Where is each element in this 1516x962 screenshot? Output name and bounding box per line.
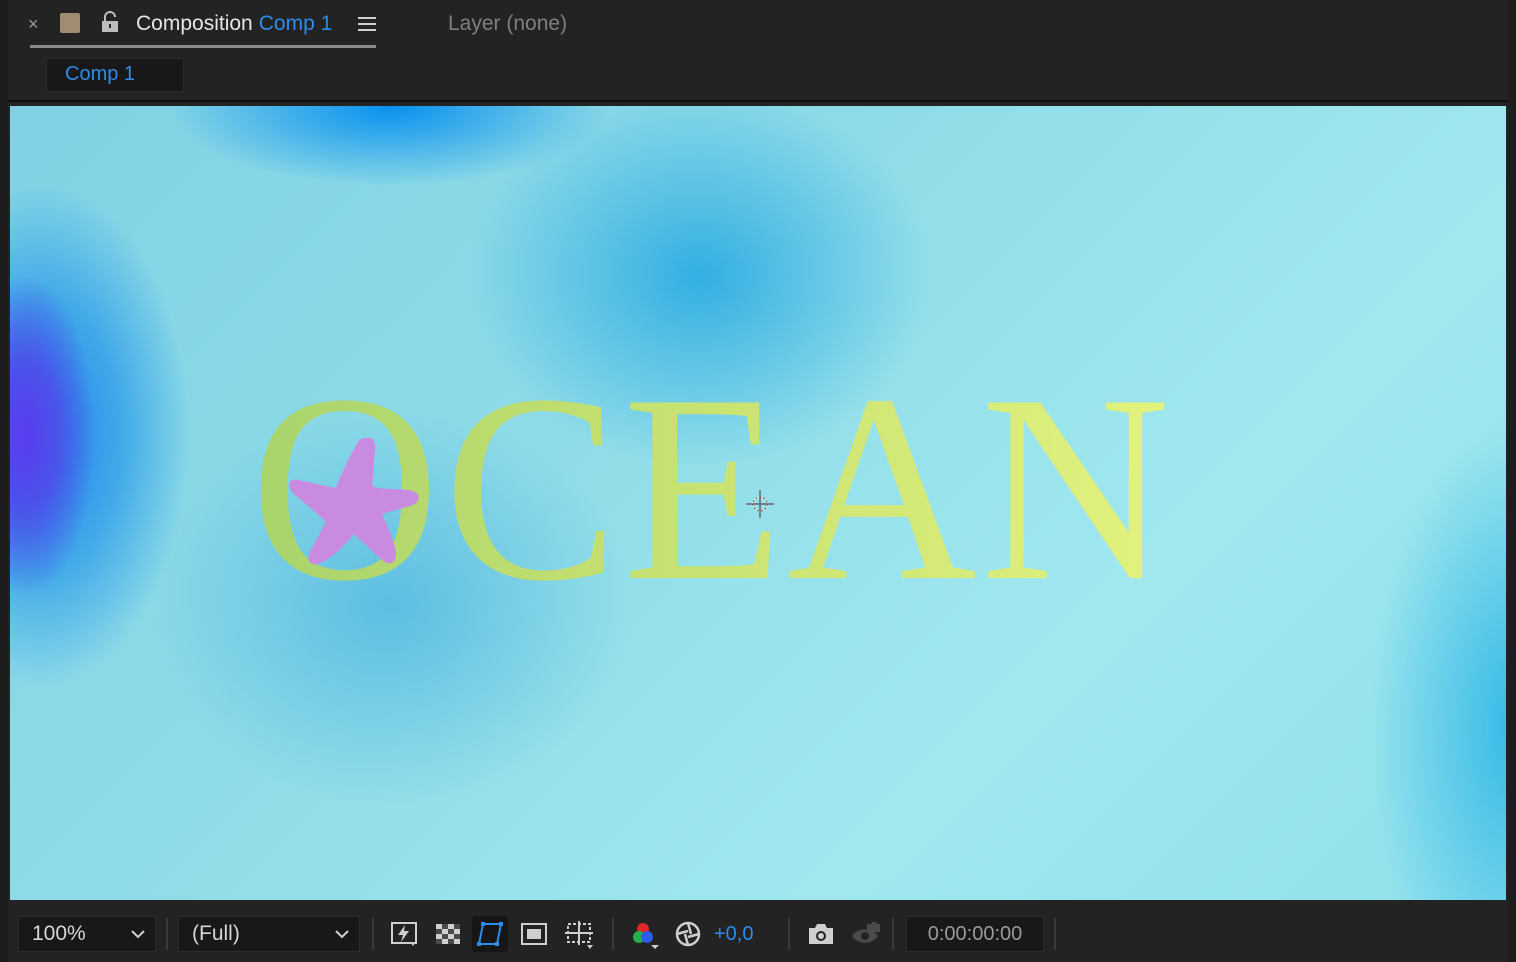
- starfish-shape: [289, 437, 419, 565]
- divider: [8, 100, 1508, 102]
- divider: [166, 918, 168, 950]
- exposure-value[interactable]: +0,0: [714, 923, 753, 946]
- composition-panel: × Composition Comp 1 Layer (none) Comp 1 …: [8, 0, 1508, 962]
- divider: [612, 918, 614, 950]
- anchor-point-icon[interactable]: [744, 488, 776, 520]
- magnification-dropdown[interactable]: 100%: [18, 916, 156, 952]
- chevron-down-icon: [335, 930, 349, 939]
- take-snapshot-button[interactable]: [802, 916, 838, 952]
- snapshot-icon: [809, 924, 833, 944]
- transparency-grid-button[interactable]: [430, 916, 466, 952]
- color-channels-button[interactable]: [626, 916, 662, 952]
- divider: [1054, 918, 1056, 950]
- lock-icon[interactable]: [100, 11, 120, 33]
- active-tab-indicator: [30, 45, 376, 48]
- close-panel-button[interactable]: ×: [28, 14, 39, 35]
- fast-previews-button[interactable]: [386, 916, 422, 952]
- mask-path-visibility-icon: [477, 922, 503, 946]
- tab-composition[interactable]: Composition Comp 1: [136, 12, 332, 36]
- fast-previews-icon: [391, 922, 417, 946]
- grid-guides-button[interactable]: [560, 916, 596, 952]
- panel-header: × Composition Comp 1 Layer (none) Comp 1: [8, 0, 1508, 100]
- magnification-value: 100%: [32, 922, 86, 945]
- viewer-toolbar: 100% (Full) +0,0 0:00:00:00: [8, 910, 1508, 958]
- chevron-down-icon: [131, 930, 145, 939]
- divider: [892, 918, 894, 950]
- tab-comp-name: Comp 1: [258, 12, 333, 35]
- resolution-value: (Full): [192, 922, 240, 945]
- show-snapshot-icon: [852, 922, 880, 943]
- tab-layer[interactable]: Layer (none): [448, 12, 567, 36]
- resolution-dropdown[interactable]: (Full): [178, 916, 360, 952]
- grid-guides-icon: [565, 921, 593, 949]
- region-of-interest-button[interactable]: [516, 916, 552, 952]
- show-snapshot-button[interactable]: [846, 916, 882, 952]
- divider: [788, 918, 790, 950]
- reset-exposure-icon: [675, 921, 701, 947]
- hamburger-menu-icon[interactable]: [358, 16, 376, 32]
- composition-viewer[interactable]: OCEAN: [10, 106, 1506, 900]
- breadcrumb-comp[interactable]: Comp 1: [46, 58, 184, 92]
- mask-path-visibility-button[interactable]: [472, 916, 508, 952]
- region-of-interest-icon: [521, 923, 547, 945]
- transparency-grid-icon: [436, 924, 460, 944]
- reset-exposure-button[interactable]: [670, 916, 706, 952]
- current-time-display[interactable]: 0:00:00:00: [906, 916, 1044, 952]
- tab-prefix: Composition: [136, 12, 253, 35]
- color-channels-icon: [633, 923, 659, 949]
- divider: [372, 918, 374, 950]
- label-color-swatch[interactable]: [60, 13, 80, 33]
